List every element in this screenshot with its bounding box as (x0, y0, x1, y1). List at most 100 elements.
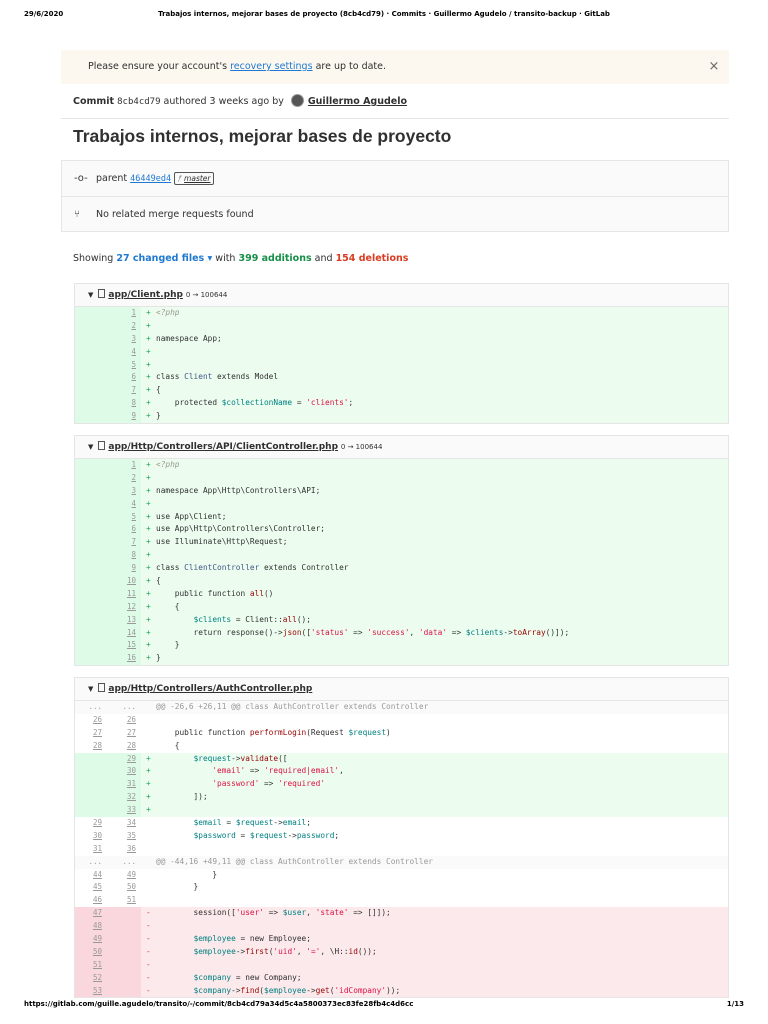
new-line-number[interactable]: 9 (116, 410, 136, 423)
old-line-number[interactable]: 31 (82, 843, 102, 856)
file-path[interactable]: app/Http/Controllers/API/ClientControlle… (108, 442, 338, 452)
new-line-number[interactable]: 8 (116, 397, 136, 410)
code-line: namespace App\Http\Controllers\API; (156, 485, 321, 495)
code-line: class Client extends Model (156, 372, 279, 382)
old-line-number[interactable]: 28 (82, 740, 102, 753)
file-path[interactable]: app/Http/Controllers/AuthController.php (108, 684, 312, 694)
new-line-number[interactable]: ... (116, 856, 136, 869)
new-line-number[interactable]: 34 (116, 817, 136, 830)
branch-badge[interactable]: ᚠ master (174, 172, 214, 185)
new-line-number[interactable]: 8 (116, 549, 136, 562)
code-line: } (156, 653, 161, 663)
avatar[interactable] (290, 94, 304, 107)
code-line: ]); (156, 792, 208, 802)
new-line-number[interactable]: 29 (116, 753, 136, 766)
old-line-number[interactable]: 45 (82, 881, 102, 894)
old-line-number[interactable]: ... (82, 701, 102, 714)
new-line-number[interactable]: 4 (116, 498, 136, 511)
old-line-number[interactable]: 53 (82, 985, 102, 998)
diff-sign: + (146, 627, 151, 637)
new-line-number[interactable]: 6 (116, 523, 136, 536)
diff-sign: + (146, 563, 151, 573)
code-line: } (156, 869, 218, 879)
author-link[interactable]: Guillermo Agudelo (308, 96, 407, 107)
new-line-number[interactable]: 14 (116, 627, 136, 640)
old-line-number[interactable]: 47 (82, 907, 102, 920)
recovery-settings-link[interactable]: recovery settings (230, 61, 312, 72)
diff-file-header[interactable]: ▼ app/Http/Controllers/API/ClientControll… (75, 436, 728, 459)
new-line-number[interactable]: 16 (116, 652, 136, 665)
new-line-number[interactable]: 1 (116, 459, 136, 472)
old-line-number[interactable]: 44 (82, 869, 102, 882)
new-line-number[interactable]: 1 (116, 307, 136, 320)
new-line-number[interactable]: 28 (116, 740, 136, 753)
new-line-number[interactable]: 36 (116, 843, 136, 856)
old-line-number[interactable]: 52 (82, 972, 102, 985)
diff-sign: + (146, 792, 151, 802)
new-line-number[interactable]: 2 (116, 320, 136, 333)
new-line-number[interactable]: 7 (116, 384, 136, 397)
diff-file-header[interactable]: ▼ app/Http/Controllers/AuthController.php (75, 678, 728, 701)
diff-file: ▼ app/Client.php 0 → 100644 1 + <?php 2 +3 + nam… (74, 283, 729, 425)
new-line-number[interactable]: 10 (116, 575, 136, 588)
old-line-number[interactable]: 51 (82, 959, 102, 972)
old-line-number[interactable]: 30 (82, 830, 102, 843)
new-line-number[interactable]: 3 (116, 485, 136, 498)
new-line-number[interactable]: 12 (116, 601, 136, 614)
file-icon (98, 441, 106, 450)
new-line-number[interactable]: 13 (116, 614, 136, 627)
code-line: $email = $request->email; (193, 818, 311, 828)
new-line-number[interactable]: 26 (116, 714, 136, 727)
new-line-number[interactable]: 2 (116, 472, 136, 485)
parent-sha-link[interactable]: 46449ed4 (130, 174, 171, 184)
close-icon[interactable]: × (699, 50, 729, 84)
new-line-number[interactable]: 51 (116, 894, 136, 907)
new-line-number[interactable]: 33 (116, 804, 136, 817)
code-line: @@ -26,6 +26,11 @@ class AuthController … (156, 702, 429, 711)
chevron-down-icon[interactable]: ▼ (88, 443, 93, 451)
new-line-number[interactable]: 50 (116, 881, 136, 894)
new-line-number[interactable]: 35 (116, 830, 136, 843)
new-line-number[interactable]: 5 (116, 359, 136, 372)
chevron-down-icon[interactable]: ▼ (88, 291, 93, 299)
chevron-down-icon[interactable]: ▼ (88, 685, 93, 693)
new-line-number[interactable]: 27 (116, 727, 136, 740)
diff-line: 31 + 'password' => 'required' (75, 778, 728, 792)
new-line-number[interactable]: 9 (116, 562, 136, 575)
print-page: 1/13 (726, 1000, 744, 1008)
additions-count: 399 additions (238, 253, 312, 264)
old-line-number[interactable]: 46 (82, 894, 102, 907)
diff-sign: + (146, 498, 151, 508)
changed-files-dropdown[interactable]: 27 changed files ▾ (116, 253, 212, 264)
new-line-number[interactable]: 6 (116, 371, 136, 384)
old-line-number[interactable]: 29 (82, 817, 102, 830)
commit-icon: -o- (74, 173, 88, 184)
diff-sign: + (146, 588, 151, 598)
new-line-number[interactable]: 49 (116, 869, 136, 882)
code-line: 'password' => 'required' (212, 779, 326, 789)
diff-file-header[interactable]: ▼ app/Client.php 0 → 100644 (75, 284, 728, 307)
old-line-number[interactable]: 27 (82, 727, 102, 740)
diff-line: 26 26 (75, 714, 728, 727)
code-line: $company->find($employee->get('idCompany… (193, 985, 401, 995)
diff-sign: + (146, 398, 151, 408)
old-line-number[interactable]: 48 (82, 920, 102, 933)
diff-line: 7 + use Illuminate\Http\Request; (75, 536, 728, 550)
file-path[interactable]: app/Client.php (108, 290, 183, 300)
new-line-number[interactable]: ... (116, 701, 136, 714)
new-line-number[interactable]: 3 (116, 333, 136, 346)
new-line-number[interactable]: 31 (116, 778, 136, 791)
old-line-number[interactable]: 50 (82, 946, 102, 959)
old-line-number[interactable]: ... (82, 856, 102, 869)
new-line-number[interactable]: 11 (116, 588, 136, 601)
new-line-number[interactable]: 4 (116, 346, 136, 359)
new-line-number[interactable]: 7 (116, 536, 136, 549)
diff-sign: + (146, 460, 151, 469)
diff-sign: + (146, 550, 151, 560)
new-line-number[interactable]: 15 (116, 639, 136, 652)
old-line-number[interactable]: 26 (82, 714, 102, 727)
new-line-number[interactable]: 30 (116, 765, 136, 778)
new-line-number[interactable]: 32 (116, 791, 136, 804)
old-line-number[interactable]: 49 (82, 933, 102, 946)
new-line-number[interactable]: 5 (116, 511, 136, 524)
